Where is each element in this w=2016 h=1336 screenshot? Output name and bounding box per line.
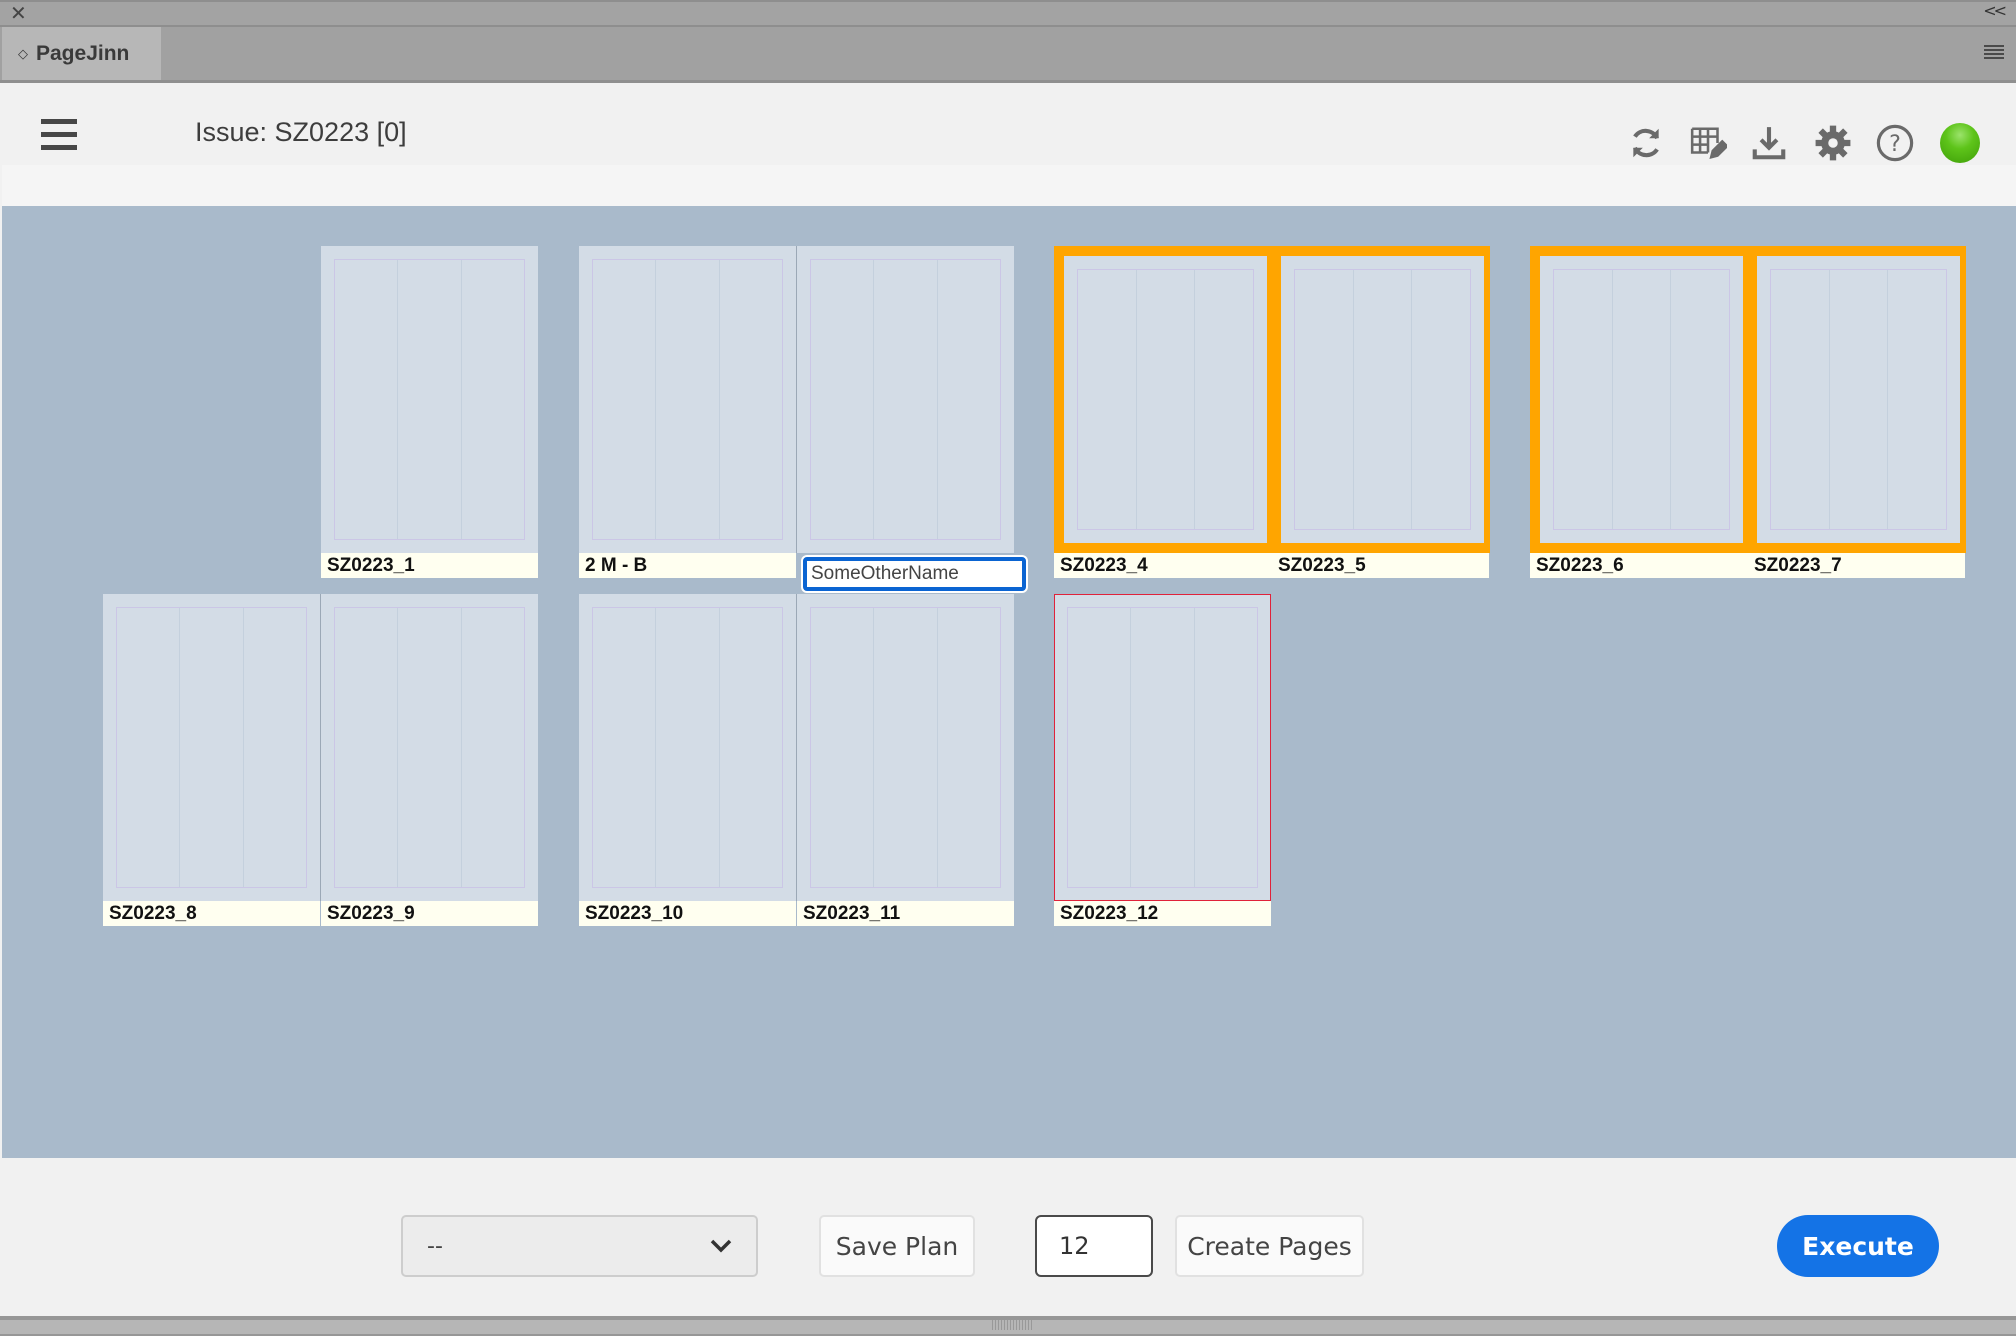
- gear-icon[interactable]: [1814, 124, 1852, 162]
- column-guide: [938, 608, 1000, 887]
- page-name-label[interactable]: SZ0223_10: [579, 901, 796, 926]
- page-thumbnail[interactable]: [321, 594, 538, 901]
- column-guide: [244, 608, 306, 887]
- page-thumbnail[interactable]: [797, 246, 1014, 553]
- column-guide: [720, 608, 782, 887]
- column-guide: [1888, 270, 1946, 529]
- page-plan-canvas: SZ0223_1 2 M - B SomeOtherName SZ0223_4 SZ02…: [2, 206, 2016, 1158]
- refresh-icon[interactable]: [1627, 124, 1665, 162]
- margin-guides: [592, 259, 783, 540]
- margin-guides: [334, 607, 525, 888]
- column-guide: [1830, 270, 1889, 529]
- updown-chevron-icon: ◇: [18, 45, 28, 61]
- panel-tab-label: PageJinn: [36, 41, 130, 65]
- header-spacer: [2, 165, 2016, 206]
- column-guide: [1771, 270, 1830, 529]
- column-guide: [811, 260, 875, 539]
- column-guide: [335, 260, 399, 539]
- panel-menu-icon[interactable]: [1984, 45, 2004, 59]
- page-name-label[interactable]: SZ0223_12: [1054, 901, 1271, 926]
- help-icon[interactable]: ?: [1876, 124, 1914, 162]
- page-count-input[interactable]: [1035, 1215, 1153, 1277]
- margin-guides: [810, 607, 1001, 888]
- column-guide: [398, 608, 462, 887]
- column-guide: [1671, 270, 1729, 529]
- margin-guides: [810, 259, 1001, 540]
- spine-divider: [320, 594, 321, 901]
- column-guide: [874, 260, 938, 539]
- column-guide: [335, 608, 399, 887]
- page-name-label[interactable]: 2 M - B: [579, 553, 796, 578]
- column-guide: [1137, 270, 1196, 529]
- column-guide: [117, 608, 181, 887]
- page-name-label[interactable]: SZ0223_6: [1530, 553, 1748, 578]
- svg-text:?: ?: [1889, 131, 1901, 157]
- margin-guides: [116, 607, 307, 888]
- page-thumbnail[interactable]: [321, 246, 538, 553]
- column-guide: [180, 608, 244, 887]
- margin-guides: [1553, 269, 1730, 530]
- spine-divider: [796, 246, 797, 553]
- column-guide: [720, 260, 782, 539]
- chevron-down-icon: [710, 1239, 732, 1253]
- page-name-label[interactable]: SZ0223_11: [797, 901, 1014, 926]
- grid-edit-icon[interactable]: [1689, 124, 1729, 162]
- column-guide: [1613, 270, 1672, 529]
- margin-guides: [1294, 269, 1471, 530]
- resize-grip-icon[interactable]: [992, 1320, 1032, 1330]
- page-name-label[interactable]: SZ0223_9: [321, 901, 538, 926]
- margin-guides: [592, 607, 783, 888]
- column-guide: [462, 260, 524, 539]
- page-thumbnail[interactable]: [1540, 256, 1743, 543]
- save-plan-button[interactable]: Save Plan: [819, 1215, 975, 1277]
- page-name-input[interactable]: SomeOtherName: [803, 557, 1026, 591]
- column-guide: [1078, 270, 1137, 529]
- plan-select[interactable]: --: [401, 1215, 758, 1277]
- page-name-label[interactable]: SZ0223_8: [103, 901, 320, 926]
- window-title-bar: [0, 0, 2016, 27]
- page-name-label[interactable]: SZ0223_5: [1272, 553, 1489, 578]
- footer-toolbar: [2, 1158, 2016, 1316]
- page-name-label[interactable]: SZ0223_1: [321, 553, 538, 578]
- page-thumbnail[interactable]: [579, 594, 796, 901]
- page-thumbnail[interactable]: [797, 594, 1014, 901]
- column-guide: [1412, 270, 1470, 529]
- spine-divider: [796, 594, 797, 901]
- column-guide: [462, 608, 524, 887]
- close-icon[interactable]: ✕: [10, 2, 27, 24]
- column-guide: [938, 260, 1000, 539]
- page-name-label[interactable]: SZ0223_4: [1054, 553, 1272, 578]
- page-thumbnail[interactable]: [1281, 256, 1484, 543]
- panel-tab-bar: ◇ PageJinn: [0, 27, 2016, 83]
- column-guide: [1195, 270, 1253, 529]
- column-guide: [1354, 270, 1413, 529]
- column-guide: [1554, 270, 1613, 529]
- download-icon[interactable]: [1750, 124, 1788, 162]
- create-pages-button[interactable]: Create Pages: [1175, 1215, 1364, 1277]
- execute-button[interactable]: Execute: [1777, 1215, 1939, 1277]
- margin-guides: [1077, 269, 1254, 530]
- column-guide: [1295, 270, 1354, 529]
- margin-guides: [334, 259, 525, 540]
- margin-guides: [1770, 269, 1947, 530]
- panel-tab-pagejinn[interactable]: ◇ PageJinn: [2, 27, 161, 80]
- column-guide: [656, 608, 720, 887]
- column-guide: [593, 260, 657, 539]
- page-thumbnail[interactable]: [1757, 256, 1960, 543]
- collapse-panel-button[interactable]: <<: [1983, 1, 2007, 20]
- page-thumbnail[interactable]: [1064, 256, 1267, 543]
- column-guide: [874, 608, 938, 887]
- plan-select-value: --: [427, 1233, 443, 1259]
- column-guide: [656, 260, 720, 539]
- connection-status-indicator: [1940, 123, 1980, 163]
- column-guide: [811, 608, 875, 887]
- error-page-outline: [1054, 594, 1271, 901]
- hamburger-menu-icon[interactable]: [41, 119, 77, 151]
- page-thumbnail[interactable]: [579, 246, 796, 553]
- column-guide: [593, 608, 657, 887]
- issue-title: Issue: SZ0223 [0]: [195, 117, 407, 147]
- page-thumbnail[interactable]: [103, 594, 320, 901]
- column-guide: [398, 260, 462, 539]
- page-name-label[interactable]: SZ0223_7: [1748, 553, 1965, 578]
